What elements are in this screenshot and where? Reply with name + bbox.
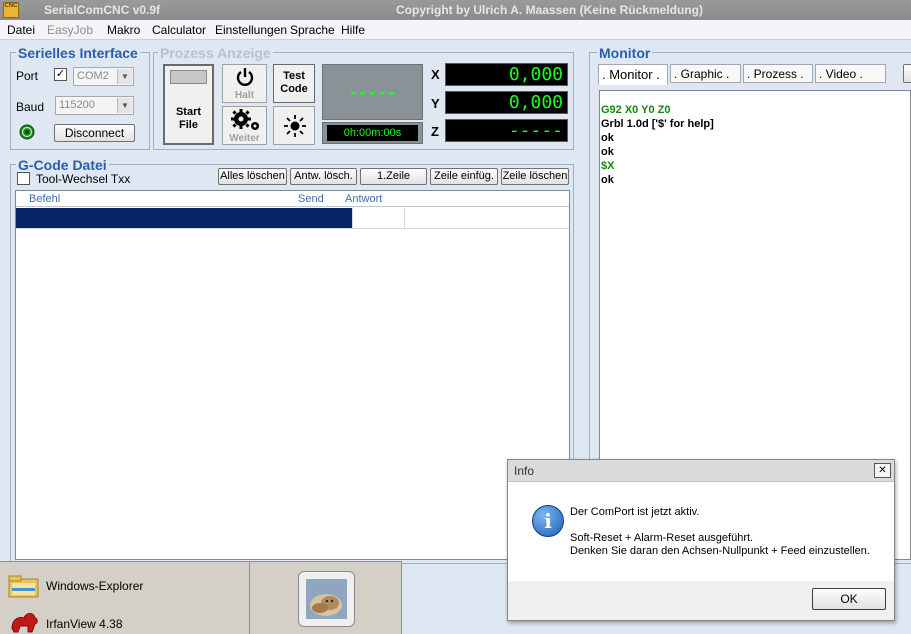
title-bar: CNC SerialComCNC v0.9f Copyright by Ulri… (0, 0, 911, 20)
light-icon (284, 115, 306, 137)
monitor-line: ok (601, 146, 614, 158)
monitor-line: Grbl 1.0d ['$' for help] (601, 118, 714, 130)
halt-label: Halt (235, 90, 254, 101)
power-icon (236, 68, 254, 86)
windows-explorer-icon (8, 575, 39, 598)
tab-video[interactable]: . Video . (815, 64, 886, 83)
column-send[interactable]: Send (298, 193, 324, 205)
port-select-value: COM2 (77, 70, 109, 82)
delete-line-button[interactable]: Zeile löschen (501, 168, 569, 185)
disconnect-button[interactable]: Disconnect (54, 124, 135, 142)
tool-change-label: Tool-Wechsel Txx (36, 172, 131, 186)
cell-send[interactable] (352, 208, 405, 228)
irfanview-icon (11, 613, 38, 633)
timer-frame: 0h:00m:00s (322, 122, 423, 144)
monitor-line: ok (601, 132, 614, 144)
gcode-title: G-Code Datei (16, 157, 109, 173)
tab-graphic[interactable]: . Graphic . (670, 64, 741, 83)
menu-makro[interactable]: Makro (107, 23, 140, 37)
clear-all-button[interactable]: Alles löschen (218, 168, 287, 185)
port-checkbox[interactable]: ✓ (54, 68, 67, 81)
first-line-button[interactable]: 1.Zeile (360, 168, 427, 185)
menu-bar: Datei EasyJob Makro Calculator Einstellu… (0, 20, 911, 40)
y-axis-label: Y (431, 96, 440, 111)
baud-label: Baud (16, 100, 45, 114)
selected-cell-befehl[interactable] (16, 208, 352, 228)
tab-prozess[interactable]: . Prozess . (743, 64, 813, 83)
weiter-label: Weiter (229, 133, 260, 144)
monitor-line: ok (601, 174, 614, 186)
process-title: Prozess Anzeige (158, 45, 273, 61)
monitor-line: G92 X0 Y0 Z0 (601, 104, 671, 116)
z-position-display: ----- (445, 119, 568, 142)
menu-hilfe[interactable]: Hilfe (341, 23, 365, 37)
tab-monitor[interactable]: . Monitor . (598, 64, 668, 85)
close-icon[interactable]: ✕ (874, 463, 891, 478)
halt-button[interactable]: Halt (222, 64, 267, 103)
taskbar-popup: Windows-Explorer IrfanView 4.38 (0, 561, 402, 634)
baud-select[interactable]: 115200 ▼ (55, 96, 134, 115)
dialog-title: Info (514, 464, 535, 478)
gears-icon (231, 109, 259, 130)
dialog-message-line2: Soft-Reset + Alarm-Reset ausgeführt. (570, 532, 754, 544)
start-file-line2: File (179, 119, 198, 131)
taskbar-item-irfanview[interactable]: IrfanView 4.38 (46, 617, 123, 631)
dialog-body: i Der ComPort ist jetzt aktiv. Soft-Rese… (508, 482, 894, 581)
menu-datei[interactable]: Datei (7, 23, 35, 37)
table-row[interactable] (16, 208, 569, 229)
dialog-titlebar: Info ✕ (508, 460, 894, 482)
menu-calculator[interactable]: Calculator (152, 23, 206, 37)
tool-change-checkbox[interactable] (17, 172, 30, 185)
dialog-message-line3: Denken Sie daran den Achsen-Nullpunkt + … (570, 545, 870, 557)
status-display: ----- (322, 64, 423, 120)
start-file-line1: Start (175, 106, 202, 118)
port-select[interactable]: COM2 ▼ (73, 67, 134, 86)
file-slot-icon (170, 70, 207, 84)
insert-line-button[interactable]: Zeile einfüg. (430, 168, 498, 185)
test-code-line1: Test (283, 70, 305, 82)
column-antwort[interactable]: Antwort (345, 193, 382, 205)
serial-interface-title: Serielles Interface (16, 45, 140, 61)
weiter-button[interactable]: Weiter (222, 106, 267, 145)
column-befehl[interactable]: Befehl (29, 193, 60, 205)
connection-status-icon (19, 124, 35, 140)
y-position-display: 0,000 (445, 91, 568, 114)
x-axis-label: X (431, 67, 440, 82)
monitor-side-button[interactable] (903, 64, 911, 83)
timer-display: 0h:00m:00s (327, 125, 418, 141)
info-icon: i (532, 505, 564, 537)
menu-einstellungen[interactable]: Einstellungen (215, 23, 287, 37)
info-dialog: Info ✕ i Der ComPort ist jetzt aktiv. So… (507, 459, 895, 621)
cat-photo-icon (306, 579, 347, 619)
x-position-display: 0,000 (445, 63, 568, 86)
window-title: SerialComCNC v0.9f (44, 3, 161, 17)
monitor-title: Monitor (597, 45, 653, 61)
light-button[interactable] (273, 106, 315, 145)
app-icon: CNC (3, 2, 19, 18)
baud-select-value: 115200 (59, 99, 95, 111)
monitor-line: $X (601, 160, 615, 172)
dialog-message-line1: Der ComPort ist jetzt aktiv. (570, 506, 700, 518)
menu-easyjob[interactable]: EasyJob (47, 23, 93, 37)
test-code-button[interactable]: Test Code (273, 64, 315, 103)
chevron-down-icon: ▼ (117, 98, 132, 113)
thumbnail-button[interactable] (298, 571, 355, 627)
gcode-table[interactable]: Befehl Send Antwort (15, 190, 570, 560)
z-axis-label: Z (431, 124, 439, 139)
copyright-text: Copyright by Ulrich A. Maassen (Keine Rü… (396, 3, 703, 17)
menu-sprache[interactable]: Sprache (290, 23, 335, 37)
gcode-table-header: Befehl Send Antwort (16, 191, 569, 207)
ok-button[interactable]: OK (812, 588, 886, 610)
port-label: Port (16, 69, 39, 83)
test-code-line2: Code (280, 83, 308, 95)
start-file-button[interactable]: Start File (163, 64, 214, 145)
taskbar-item-windows-explorer[interactable]: Windows-Explorer (46, 579, 143, 593)
clear-answers-button[interactable]: Antw. lösch. (290, 168, 357, 185)
chevron-down-icon: ▼ (117, 69, 132, 84)
